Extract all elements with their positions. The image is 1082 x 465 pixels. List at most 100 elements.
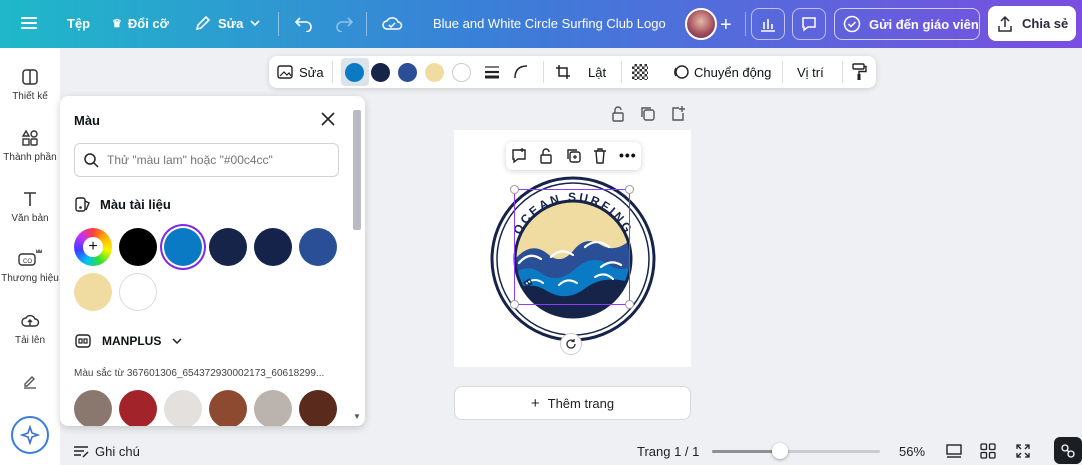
zoom-slider-knob[interactable] — [772, 443, 788, 459]
redo-button[interactable] — [334, 14, 354, 32]
menu-icon[interactable] — [20, 14, 38, 32]
notes-label: Ghi chú — [95, 444, 140, 459]
color-search-input[interactable] — [107, 153, 332, 167]
toolbar-color-swatch[interactable] — [345, 63, 364, 82]
notes-button[interactable]: Ghi chú — [73, 444, 140, 459]
panel-scrollbar[interactable]: ▼ — [351, 106, 363, 424]
sidebar-item-text[interactable]: Văn bản — [0, 190, 60, 224]
avatar[interactable] — [685, 8, 717, 40]
magic-ai-button[interactable] — [11, 416, 49, 454]
palette-color-swatch[interactable] — [254, 390, 292, 426]
cloud-save-button[interactable] — [381, 14, 403, 32]
document-color-swatch-selected[interactable] — [164, 228, 202, 266]
more-options-button[interactable]: ••• — [619, 147, 637, 163]
sidebar-item-elements[interactable]: Thành phần — [0, 129, 60, 163]
share-button[interactable]: Chia sẻ — [988, 6, 1076, 41]
comment-add-button[interactable] — [510, 147, 528, 170]
zoom-percentage[interactable]: 56% — [899, 444, 925, 459]
document-color-swatch[interactable] — [119, 273, 157, 311]
scrollbar-thumb[interactable] — [353, 110, 361, 230]
delete-element-button[interactable] — [592, 147, 608, 170]
palette-color-swatch[interactable] — [74, 390, 112, 426]
transparency-icon[interactable] — [632, 64, 648, 80]
toolbar-color-swatch[interactable] — [371, 63, 390, 82]
assistant-button[interactable] — [1054, 437, 1082, 464]
resize-handle[interactable] — [625, 185, 634, 194]
document-title[interactable]: Blue and White Circle Surfing Club Logo — [433, 16, 666, 31]
edit-image-button[interactable]: Sửa — [277, 64, 324, 80]
resize-handle[interactable] — [510, 300, 519, 309]
grid-view-button[interactable] — [980, 443, 996, 462]
rotate-handle[interactable] — [560, 333, 582, 355]
context-toolbar: Sửa Lật Chuyển động Vị trí — [269, 56, 876, 88]
page-view-button[interactable] — [946, 443, 962, 462]
brand-kit-header[interactable]: MANPLUS — [74, 332, 183, 350]
palette-color-swatch[interactable] — [209, 390, 247, 426]
document-color-swatch[interactable] — [74, 273, 112, 311]
chevron-down-icon — [250, 20, 260, 27]
position-button[interactable]: Vị trí — [797, 65, 824, 80]
send-to-teacher-button[interactable]: Gửi đến giáo viên — [834, 8, 980, 40]
design-page[interactable]: ••• OCEAN SURFING BALI, INDONESIA — [454, 130, 691, 367]
rotate-icon — [566, 339, 576, 349]
selection-box[interactable] — [510, 185, 634, 309]
scroll-down-icon[interactable]: ▼ — [353, 412, 361, 421]
add-page-icon — [672, 106, 685, 121]
undo-button[interactable] — [294, 14, 314, 32]
sidebar-item-uploads[interactable]: Tải lên — [0, 312, 60, 346]
close-panel-button[interactable] — [319, 110, 337, 133]
resize-handle[interactable] — [625, 300, 634, 309]
resize-button[interactable]: ♛ Đổi cỡ — [112, 16, 169, 31]
layout-icon — [22, 69, 38, 85]
document-color-swatch[interactable] — [299, 228, 337, 266]
sparkle-icon — [20, 425, 40, 445]
corner-curve-button[interactable] — [513, 64, 529, 85]
duplicate-element-button[interactable] — [565, 147, 583, 170]
comment-button[interactable] — [792, 8, 826, 40]
color-panel-title: Màu — [74, 113, 100, 128]
edit-mode-button[interactable]: Sửa — [194, 14, 261, 32]
toolbar-color-swatch[interactable] — [398, 63, 417, 82]
image-edit-icon — [277, 65, 293, 79]
lock-page-button[interactable] — [610, 105, 626, 128]
add-color-button[interactable]: + — [74, 228, 112, 266]
lock-element-button[interactable] — [538, 147, 554, 170]
comment-icon — [802, 17, 816, 32]
resize-handle[interactable] — [510, 185, 519, 194]
resize-label: Đổi cỡ — [127, 16, 169, 31]
send-to-teacher-label: Gửi đến giáo viên — [869, 16, 979, 32]
file-menu-button[interactable]: Tệp — [67, 16, 90, 31]
add-collaborator-button[interactable]: + — [720, 14, 732, 37]
palette-color-swatch[interactable] — [119, 390, 157, 426]
animate-button[interactable]: Chuyển động — [673, 64, 771, 80]
sidebar-item-draw[interactable] — [0, 372, 60, 390]
document-color-swatch[interactable] — [254, 228, 292, 266]
line-weight-button[interactable] — [484, 64, 500, 85]
duplicate-page-button[interactable] — [640, 105, 656, 128]
analytics-button[interactable] — [751, 8, 785, 40]
color-search-box[interactable] — [74, 143, 339, 177]
redo-icon — [336, 17, 354, 32]
undo-icon — [294, 17, 312, 32]
check-circle-icon — [843, 15, 861, 33]
document-color-swatch[interactable] — [119, 228, 157, 266]
flip-button[interactable]: Lật — [588, 65, 606, 80]
fullscreen-button[interactable] — [1015, 443, 1031, 462]
add-page-button[interactable]: + Thêm trang — [454, 386, 691, 420]
palette-color-swatch[interactable] — [299, 390, 337, 426]
bar-chart-icon — [761, 19, 775, 32]
add-page-icon-button[interactable] — [670, 105, 686, 128]
toolbar-color-swatch[interactable] — [452, 63, 471, 82]
crop-button[interactable] — [555, 64, 571, 85]
sidebar-item-design[interactable]: Thiết kế — [0, 68, 60, 102]
document-color-swatch[interactable] — [209, 228, 247, 266]
copy-style-button[interactable] — [851, 63, 867, 86]
close-icon — [321, 112, 335, 126]
palette-color-swatch[interactable] — [164, 390, 202, 426]
sidebar-item-brand[interactable]: CO Thương hiệu — [0, 248, 60, 284]
plus-icon: + — [720, 14, 732, 36]
grid-icon — [980, 443, 996, 459]
toolbar-color-swatch[interactable] — [425, 63, 444, 82]
zoom-slider[interactable] — [712, 443, 880, 459]
page-indicator[interactable]: Trang 1 / 1 — [637, 444, 699, 459]
